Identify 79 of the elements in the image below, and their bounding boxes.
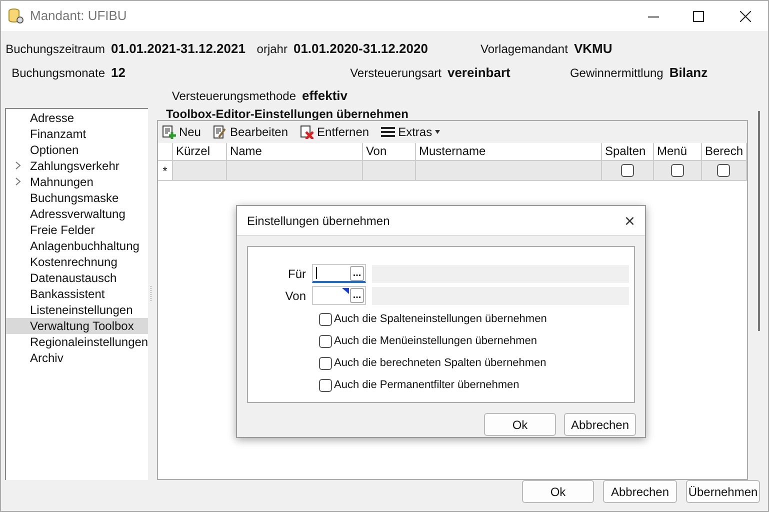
sidebar-item[interactable]: Anlagenbuchhaltung [6, 238, 148, 254]
column-header[interactable]: Von [362, 142, 416, 160]
sidebar-item[interactable]: Listeneinstellungen [6, 302, 148, 318]
sidebar-item[interactable]: Adressverwaltung [6, 206, 148, 222]
sidebar-item[interactable]: Adresse [6, 110, 148, 126]
info-value: effektiv [302, 87, 348, 105]
info-label: Vorlagemandant [480, 41, 568, 58]
checkbox[interactable] [620, 164, 634, 176]
group-title: Toolbox-Editor-Einstellungen übernehmen [166, 108, 410, 120]
splitter-grip-icon[interactable] [150, 286, 152, 302]
dialog-button[interactable]: Ok [522, 480, 594, 503]
checkbox[interactable] [319, 378, 332, 392]
column-header[interactable]: Berech [702, 142, 747, 160]
browse-button[interactable]: ... [350, 288, 364, 303]
checkbox[interactable] [319, 312, 332, 326]
info-value: VKMU [574, 40, 612, 58]
toolbar-button[interactable]: Entfernen [300, 122, 370, 140]
close-icon[interactable] [740, 10, 751, 22]
window-title: Mandant: UFIBU [30, 7, 127, 26]
delete-document-icon [300, 124, 314, 138]
info-label: Versteuerungsmethode [170, 88, 296, 105]
dialog-button[interactable]: Ok [484, 413, 556, 436]
sidebar-item[interactable]: Freie Felder [6, 222, 148, 238]
dropdown-arrow-icon [435, 130, 440, 134]
sidebar-item[interactable]: Archiv [6, 350, 148, 366]
dialog-button[interactable]: Abbrechen [603, 480, 677, 503]
toolbar-button[interactable]: Bearbeiten [212, 122, 288, 140]
column-header[interactable]: Kürzel [172, 142, 227, 160]
column-header[interactable]: Mustername [416, 142, 602, 160]
checkbox[interactable] [319, 334, 332, 348]
field-label: Für [287, 266, 307, 282]
column-header[interactable]: Spalten [602, 142, 654, 160]
sidebar-item[interactable]: Finanzamt [6, 126, 148, 142]
info-value: vereinbart [447, 64, 510, 82]
sidebar-item[interactable]: Buchungsmaske [6, 190, 148, 206]
sidebar-item[interactable]: Mahnungen [6, 174, 148, 190]
checkbox[interactable] [670, 164, 684, 176]
info-label: Buchungsmonate [10, 64, 105, 82]
scrollbar[interactable] [758, 111, 760, 331]
browse-button[interactable]: ... [350, 266, 364, 281]
info-label: Versteuerungsart [349, 64, 442, 82]
checkbox[interactable] [717, 164, 730, 176]
info-value: 01.01.2020-31.12.2020 [293, 40, 428, 58]
sidebar-item[interactable]: Bankassistent [6, 286, 148, 302]
sidebar-item[interactable]: Verwaltung Toolbox [6, 318, 148, 334]
checkbox[interactable] [319, 356, 332, 370]
sidebar-item[interactable]: Optionen [6, 142, 148, 158]
column-header[interactable]: Menü [654, 142, 702, 160]
menu-icon [381, 126, 396, 138]
database-gear-icon [8, 8, 24, 24]
new-document-icon [162, 124, 176, 138]
corner-marker-icon [342, 288, 349, 294]
info-value: 12 [111, 64, 126, 82]
checkbox-label: Auch die berechneten Spalten übernehmen [334, 356, 546, 371]
sidebar-item[interactable]: Kostenrechnung [6, 254, 148, 270]
close-button[interactable]: × [624, 212, 635, 230]
new-row-marker: * [158, 160, 173, 180]
input-field[interactable]: ... [312, 264, 366, 283]
input-field[interactable]: ... [312, 286, 366, 305]
sidebar-item[interactable]: Datenaustausch [6, 270, 148, 286]
info-value: Bilanz [669, 64, 708, 82]
sidebar-item[interactable]: Zahlungsverkehr [6, 158, 148, 174]
field-label: Von [284, 288, 307, 304]
column-header[interactable]: Name [226, 142, 363, 160]
dialog-button[interactable]: Abbrechen [564, 413, 636, 436]
info-label: Gewinnermittlung [568, 64, 664, 82]
info-label: orjahr [256, 41, 288, 58]
dialog-button[interactable]: Übernehmen [686, 480, 760, 503]
info-label: Buchungszeitraum [4, 41, 105, 58]
checkbox-label: Auch die Menüeinstellungen übernehmen [334, 334, 538, 349]
info-value: 01.01.2021-31.12.2021 [111, 40, 246, 58]
dialog-title: Einstellungen übernehmen [247, 212, 390, 230]
sidebar-item[interactable]: Regionaleinstellungen [6, 334, 148, 350]
checkbox-label: Auch die Permanentfilter übernehmen [334, 378, 520, 393]
toolbar-button[interactable]: Neu [162, 122, 201, 140]
maximize-icon[interactable] [693, 10, 704, 22]
toolbar-button[interactable]: Extras [381, 122, 440, 140]
edit-document-icon [212, 124, 227, 138]
checkbox-label: Auch die Spalteneinstellungen übernehmen [334, 312, 547, 327]
